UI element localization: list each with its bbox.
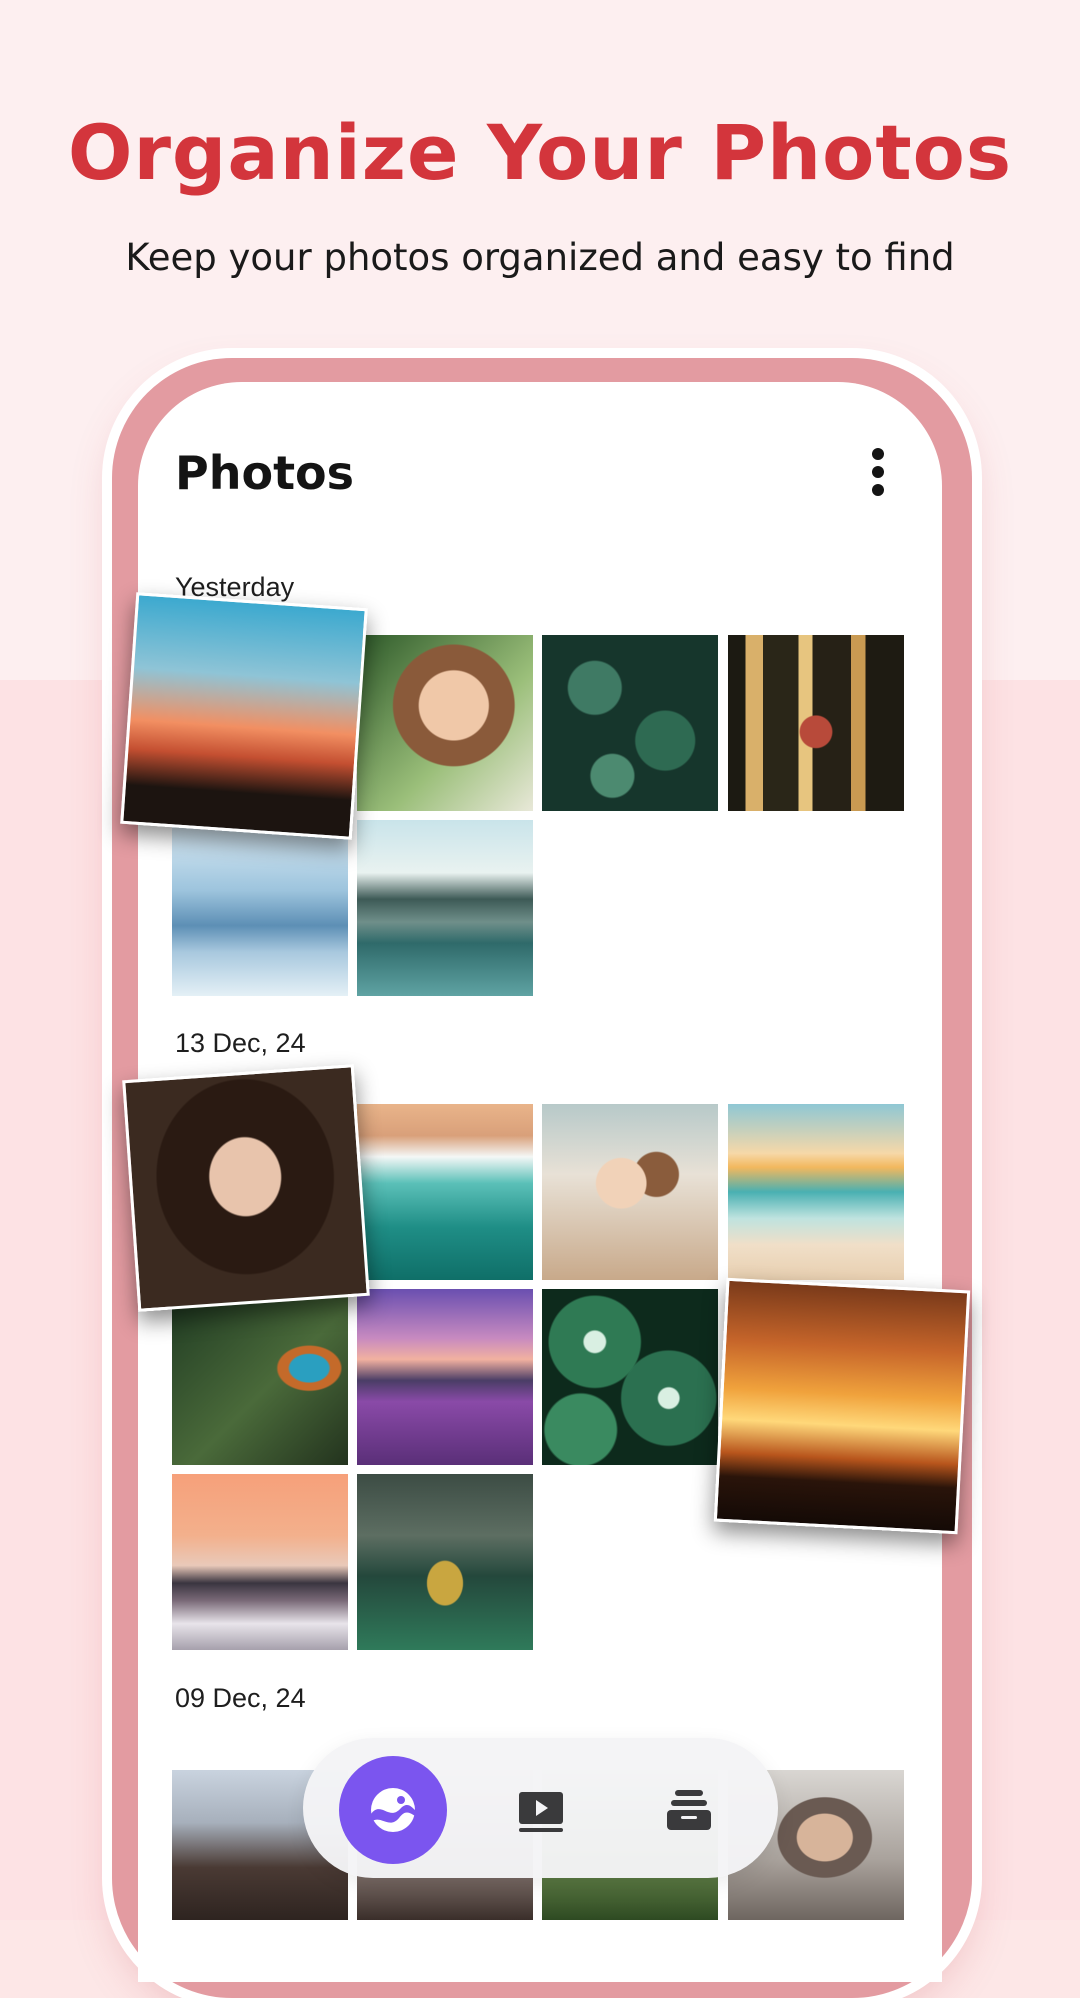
headline: Organize Your Photos	[67, 108, 1013, 197]
nav-videos[interactable]	[487, 1756, 595, 1864]
photo-thumbnail[interactable]	[357, 1104, 533, 1280]
albums-icon	[667, 1790, 711, 1830]
photos-icon	[371, 1788, 415, 1832]
photo-thumbnail[interactable]	[542, 1289, 718, 1465]
photo-thumbnail[interactable]	[357, 635, 533, 811]
photo-thumbnail[interactable]	[357, 820, 533, 996]
video-icon	[519, 1792, 563, 1832]
section-label-09-dec: 09 Dec, 24	[175, 1683, 306, 1713]
more-vertical-icon[interactable]	[858, 444, 898, 500]
subheadline: Keep your photos organized and easy to f…	[125, 236, 955, 279]
photo-thumbnail[interactable]	[120, 592, 368, 840]
nav-albums[interactable]	[635, 1756, 743, 1864]
photo-thumbnail[interactable]	[728, 1104, 904, 1280]
section-label-13-dec: 13 Dec, 24	[175, 1028, 306, 1058]
photo-thumbnail[interactable]	[357, 1289, 533, 1465]
photo-thumbnail[interactable]	[172, 1474, 348, 1650]
bottom-navigation	[303, 1738, 778, 1878]
nav-photos[interactable]	[339, 1756, 447, 1864]
photo-thumbnail[interactable]	[728, 635, 904, 811]
photo-thumbnail[interactable]	[542, 1104, 718, 1280]
photo-thumbnail[interactable]	[172, 1289, 348, 1465]
photo-thumbnail[interactable]	[122, 1064, 370, 1312]
photo-thumbnail[interactable]	[357, 1474, 533, 1650]
photo-thumbnail[interactable]	[172, 820, 348, 996]
photo-thumbnail[interactable]	[542, 635, 718, 811]
photo-thumbnail[interactable]	[713, 1277, 971, 1535]
app-title: Photos	[175, 446, 355, 500]
